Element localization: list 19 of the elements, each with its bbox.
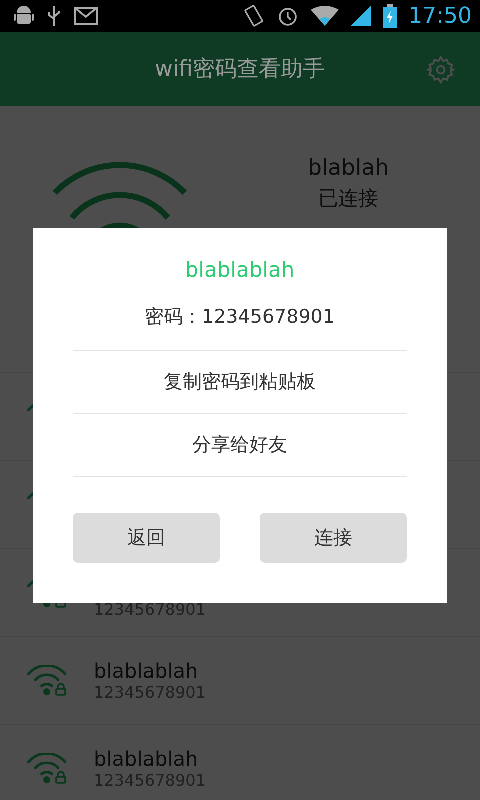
battery-icon bbox=[382, 4, 397, 28]
vibrate-icon bbox=[242, 4, 265, 28]
connection-status: 已连接 bbox=[318, 185, 379, 212]
wifi-signal-icon bbox=[310, 6, 339, 26]
dialog-button[interactable]: 连接 bbox=[260, 513, 407, 563]
usb-icon bbox=[46, 5, 62, 27]
network-name: blablablah bbox=[94, 747, 200, 771]
dialog-button[interactable]: 返回 bbox=[73, 513, 220, 563]
alarm-icon bbox=[276, 5, 299, 27]
dialog-title: blablablah bbox=[185, 258, 295, 282]
android-icon bbox=[14, 5, 34, 27]
network-name: blablablah bbox=[94, 659, 200, 683]
app-title: wifi密码查看助手 bbox=[155, 56, 325, 84]
password-text: 密码：12345678901 bbox=[145, 305, 335, 330]
settings-button[interactable] bbox=[426, 55, 456, 85]
cell-signal-icon bbox=[350, 6, 371, 26]
clock-time: 17:50 bbox=[408, 4, 472, 28]
mail-icon bbox=[74, 7, 98, 25]
network-name: blablah bbox=[308, 156, 390, 181]
